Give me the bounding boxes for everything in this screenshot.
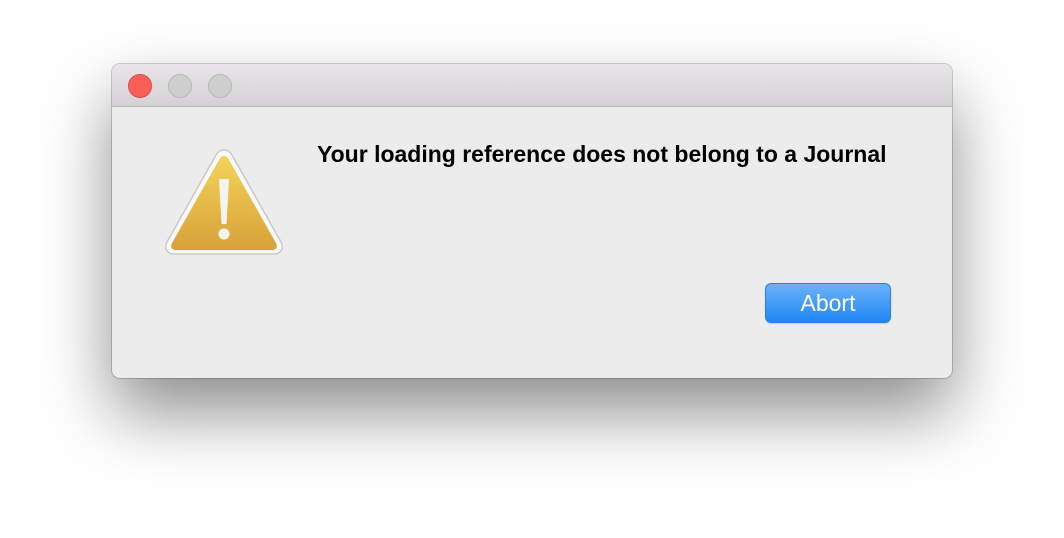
- desktop-background: Your loading reference does not belong t…: [0, 0, 1064, 538]
- alert-dialog-window: Your loading reference does not belong t…: [112, 64, 952, 378]
- minimize-icon[interactable]: [168, 74, 192, 98]
- close-icon[interactable]: [128, 74, 152, 98]
- warning-icon: [165, 149, 283, 255]
- zoom-icon[interactable]: [208, 74, 232, 98]
- abort-button[interactable]: Abort: [765, 283, 891, 323]
- alert-message: Your loading reference does not belong t…: [317, 141, 887, 167]
- title-bar[interactable]: [112, 64, 952, 107]
